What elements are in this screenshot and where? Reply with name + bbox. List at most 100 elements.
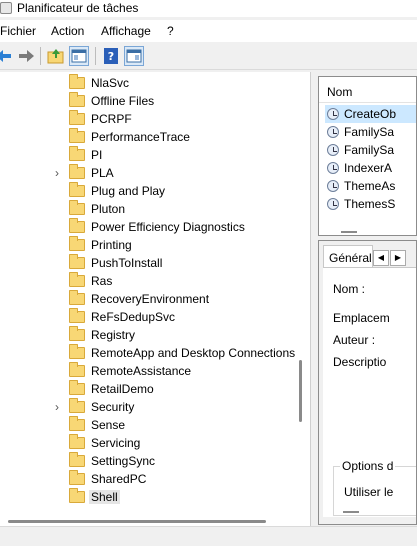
folder-icon [69, 470, 85, 485]
task-list-horizontal-scrollbar[interactable] [341, 231, 357, 233]
security-options-group: Options d Utiliser le [333, 459, 416, 516]
tab-general[interactable]: Général [323, 245, 373, 267]
name-label: Nom : [333, 282, 366, 296]
folder-icon [69, 362, 85, 377]
task-scheduler-app-icon [0, 2, 12, 14]
tree-horizontal-scrollbar[interactable] [0, 517, 295, 525]
tree-item-refsdedupsvc[interactable]: ReFsDedupSvc [0, 308, 295, 326]
tree-item-sense[interactable]: Sense [0, 416, 295, 434]
folder-icon [69, 236, 85, 251]
tree-item-offline-files[interactable]: Offline Files [0, 92, 295, 110]
toolbar-separator [95, 47, 96, 65]
tree-item-pluton[interactable]: Pluton [0, 200, 295, 218]
toolbar: ? [0, 42, 417, 70]
location-label: Emplacem [333, 311, 390, 325]
menu-fichier[interactable]: Fichier [0, 24, 36, 38]
menu-affichage[interactable]: Affichage [101, 24, 151, 38]
task-row[interactable]: ThemesS [325, 195, 416, 213]
folder-icon [69, 290, 85, 305]
description-label: Descriptio [333, 355, 387, 369]
general-tab-content: Nom : Emplacem Auteur : Descriptio Optio… [323, 267, 416, 517]
tree-item-remoteapp[interactable]: RemoteApp and Desktop Connections [0, 344, 295, 362]
tree-item-remoteassistance[interactable]: RemoteAssistance [0, 362, 295, 380]
show-console-tree-icon[interactable] [69, 46, 89, 66]
status-bar [0, 526, 417, 546]
author-label: Auteur : [333, 333, 376, 347]
window-title: Planificateur de tâches [17, 1, 139, 15]
security-options-legend: Options d [340, 459, 396, 473]
toolbar-separator [40, 47, 41, 65]
tree-item-sharedpc[interactable]: SharedPC [0, 470, 295, 488]
tree-item-performancetrace[interactable]: PerformanceTrace [0, 128, 295, 146]
up-folder-icon[interactable] [46, 46, 66, 66]
folder-icon [69, 398, 85, 413]
folder-icon [69, 110, 85, 125]
folder-icon [69, 146, 85, 161]
expand-chevron-icon[interactable]: › [52, 166, 62, 180]
svg-text:?: ? [108, 50, 114, 63]
menu-bar: Fichier Action Affichage ? [0, 20, 417, 42]
folder-icon [69, 434, 85, 449]
tree-vertical-scrollbar[interactable] [299, 360, 302, 422]
run-as-user-text: Utiliser le [344, 485, 394, 499]
tree-item-pcrpf[interactable]: PCRPF [0, 110, 295, 128]
tree-item-recoveryenvironment[interactable]: RecoveryEnvironment [0, 290, 295, 308]
scheduled-task-icon [327, 126, 339, 138]
folder-icon [69, 416, 85, 431]
folder-icon [69, 488, 85, 503]
scheduled-task-icon [327, 108, 339, 120]
folder-icon [69, 182, 85, 197]
folder-icon [69, 272, 85, 287]
folder-icon [69, 326, 85, 341]
forward-arrow-icon[interactable] [16, 46, 36, 66]
task-row[interactable]: FamilySa [325, 141, 416, 159]
folder-icon [69, 128, 85, 143]
folder-icon [69, 380, 85, 395]
folder-icon [69, 254, 85, 269]
folder-icon [69, 344, 85, 359]
column-header-name[interactable]: Nom [319, 77, 416, 103]
task-row[interactable]: IndexerA [325, 159, 416, 177]
folder-icon [69, 218, 85, 233]
tree-item-registry[interactable]: Registry [0, 326, 295, 344]
tree-item-pi[interactable]: PI [0, 146, 295, 164]
menu-action[interactable]: Action [51, 24, 84, 38]
tree-item-servicing[interactable]: Servicing [0, 434, 295, 452]
task-list: Nom CreateOb FamilySa FamilySa IndexerA … [318, 76, 417, 236]
task-details-panel: Général ◀ ▶ Nom : Emplacem Auteur : Desc… [318, 240, 417, 525]
details-horizontal-scrollbar[interactable] [343, 511, 359, 513]
menu-help[interactable]: ? [167, 24, 174, 38]
folder-icon [69, 164, 85, 179]
folder-icon [69, 452, 85, 467]
expand-chevron-icon[interactable]: › [52, 400, 62, 414]
scheduled-task-icon [327, 144, 339, 156]
tree-item-retaildemo[interactable]: RetailDemo [0, 380, 295, 398]
tree-item-pla[interactable]: › PLA [0, 164, 295, 182]
tree-item-ras[interactable]: Ras [0, 272, 295, 290]
folder-icon [69, 74, 85, 89]
scrollbar-thumb[interactable] [8, 520, 266, 523]
task-row[interactable]: CreateOb [325, 105, 416, 123]
tree-item-plug-and-play[interactable]: Plug and Play [0, 182, 295, 200]
tree-item-settingsync[interactable]: SettingSync [0, 452, 295, 470]
tree-item-security[interactable]: › Security [0, 398, 295, 416]
tab-scroll-left-icon[interactable]: ◀ [373, 250, 389, 266]
tree-item-shell[interactable]: Shell [0, 488, 295, 506]
back-arrow-icon[interactable] [0, 46, 14, 66]
tree-item-printing[interactable]: Printing [0, 236, 295, 254]
scheduled-task-icon [327, 180, 339, 192]
folder-icon [69, 308, 85, 323]
task-row[interactable]: FamilySa [325, 123, 416, 141]
tree-item-nlasvc[interactable]: NlaSvc [0, 74, 295, 92]
folder-icon [69, 92, 85, 107]
scheduled-task-icon [327, 198, 339, 210]
folder-icon [69, 200, 85, 215]
tree-item-pushtoinstall[interactable]: PushToInstall [0, 254, 295, 272]
task-row[interactable]: ThemeAs [325, 177, 416, 195]
tree-item-power-efficiency-diagnostics[interactable]: Power Efficiency Diagnostics [0, 218, 295, 236]
help-icon[interactable]: ? [101, 46, 121, 66]
tab-scroll-right-icon[interactable]: ▶ [390, 250, 406, 266]
title-bar: Planificateur de tâches [0, 0, 417, 17]
task-library-tree: NlaSvc Offline Files PCRPF PerformanceTr… [0, 72, 311, 526]
show-action-pane-icon[interactable] [124, 46, 144, 66]
